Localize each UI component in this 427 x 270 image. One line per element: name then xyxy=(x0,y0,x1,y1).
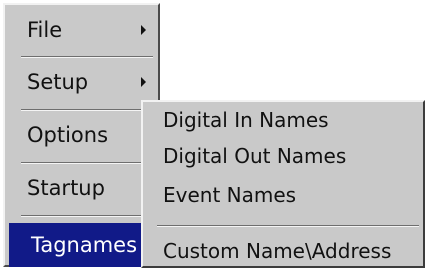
main-menu: File Setup Options Startup Tagnames xyxy=(3,3,160,267)
menu-item-options[interactable]: Options xyxy=(12,113,154,157)
menu-separator xyxy=(21,109,153,111)
submenu-arrow-icon xyxy=(141,25,146,35)
menu-item-setup-label: Setup xyxy=(27,70,89,94)
submenu-item-digital-in-names[interactable]: Digital In Names xyxy=(163,102,413,138)
menu-item-tagnames-label: Tagnames xyxy=(31,233,138,257)
menu-item-setup[interactable]: Setup xyxy=(12,60,154,104)
submenu-arrow-icon xyxy=(141,77,146,87)
menu-item-file-label: File xyxy=(27,18,63,42)
menu-item-options-label: Options xyxy=(27,123,109,147)
menu-item-file[interactable]: File xyxy=(12,8,154,52)
submenu-item-label: Digital Out Names xyxy=(163,144,347,168)
menu-item-tagnames[interactable]: Tagnames xyxy=(9,223,159,267)
submenu-item-label: Digital In Names xyxy=(163,108,329,132)
menu-item-startup-label: Startup xyxy=(27,176,105,200)
tagnames-submenu: Digital In Names Digital Out Names Event… xyxy=(141,100,425,268)
menu-separator xyxy=(21,162,153,164)
submenu-separator xyxy=(157,225,419,227)
menu-item-startup[interactable]: Startup xyxy=(12,166,154,210)
submenu-item-custom-name-address[interactable]: Custom Name\Address xyxy=(163,233,413,269)
submenu-item-digital-out-names[interactable]: Digital Out Names xyxy=(163,138,413,174)
submenu-item-label: Event Names xyxy=(163,183,297,207)
submenu-item-label: Custom Name\Address xyxy=(163,239,392,263)
menu-separator xyxy=(21,56,153,58)
submenu-item-event-names[interactable]: Event Names xyxy=(163,177,413,213)
screen: File Setup Options Startup Tagnames Digi… xyxy=(0,0,427,270)
menu-separator xyxy=(21,215,153,217)
